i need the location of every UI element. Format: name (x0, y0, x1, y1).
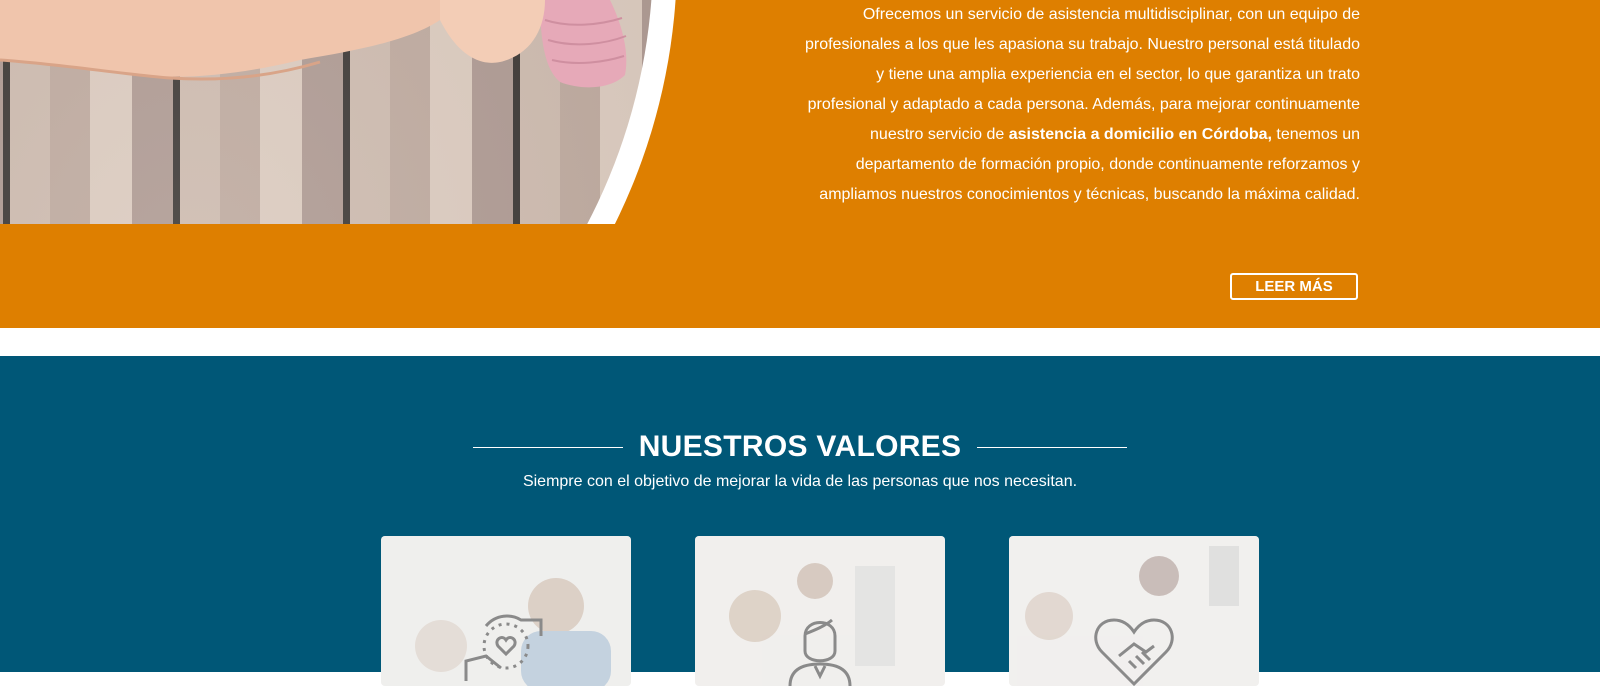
intro-text-1: Ofrecemos un servicio de asistencia mult… (804, 6, 1360, 143)
value-card-2[interactable] (695, 536, 945, 686)
intro-text-bold: asistencia a domicilio en Córdoba, (1008, 126, 1272, 143)
hands-illustration (0, 0, 627, 88)
hands-heart-icon (464, 614, 543, 681)
values-subtitle: Siempre con el objetivo de mejorar la vi… (522, 473, 1078, 490)
values-heading-row: NUESTROS VALORES (0, 422, 1600, 472)
values-title: NUESTROS VALORES (638, 430, 962, 463)
heading-line-right (977, 446, 1128, 448)
hero-photo (0, 0, 680, 224)
intro-paragraph: Ofrecemos un servicio de asistencia mult… (800, 0, 1360, 210)
value-card-1[interactable] (381, 536, 631, 686)
caregiver-icon (788, 618, 852, 686)
heading-line-left (472, 446, 623, 448)
value-card-3[interactable] (1009, 536, 1259, 686)
heart-handshake-icon (1094, 618, 1174, 686)
read-more-button[interactable]: LEER MÁS (1230, 273, 1358, 300)
